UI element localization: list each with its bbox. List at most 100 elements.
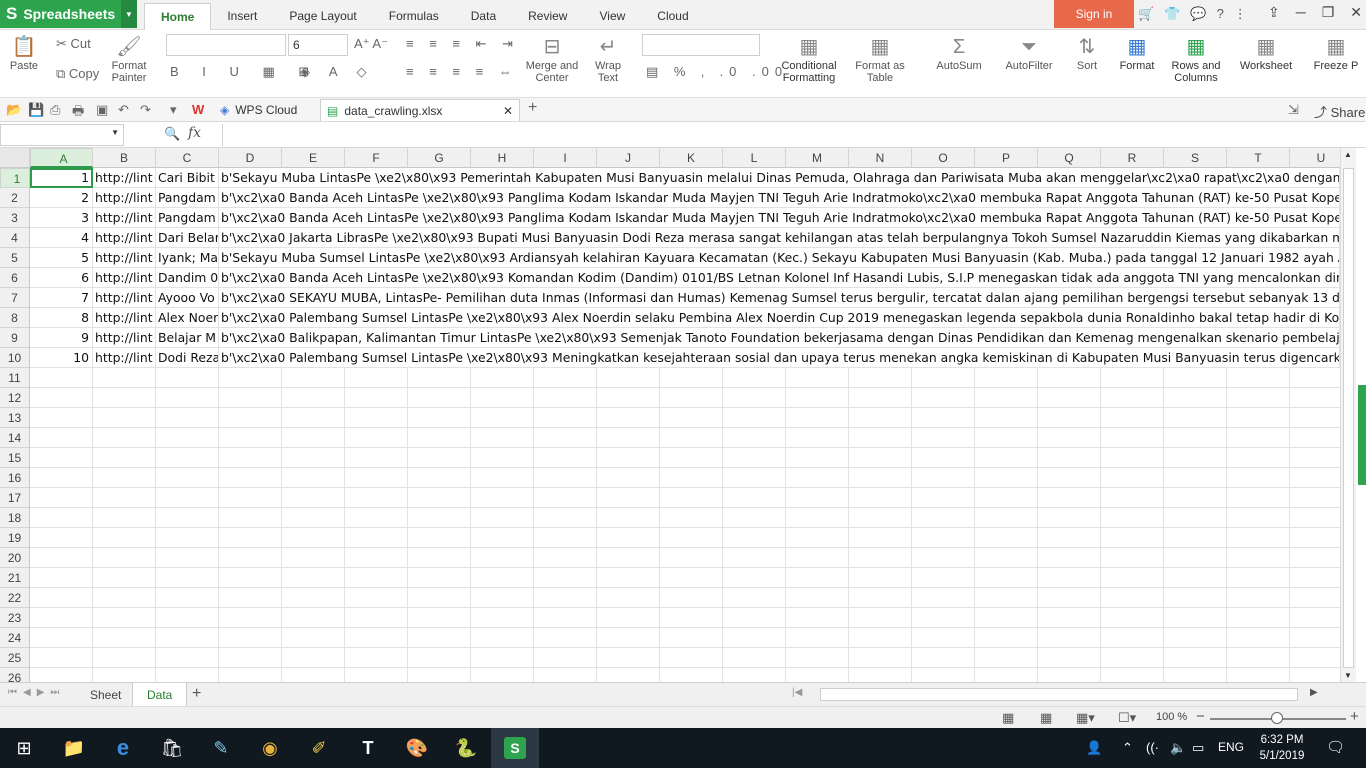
- cell[interactable]: [912, 488, 975, 508]
- cell[interactable]: [156, 468, 219, 488]
- page-layout-view-icon[interactable]: ▦▾: [1076, 710, 1095, 726]
- cell[interactable]: [912, 588, 975, 608]
- zoom-formula-icon[interactable]: 🔍: [164, 126, 180, 142]
- skin-icon[interactable]: 👕: [1164, 6, 1180, 22]
- more-icon[interactable]: ⋮: [1234, 6, 1247, 22]
- vertical-scrollbar[interactable]: ▲ ▼: [1340, 148, 1356, 682]
- cell[interactable]: [975, 468, 1038, 488]
- cell[interactable]: [408, 628, 471, 648]
- cell[interactable]: [1038, 628, 1101, 648]
- sheet-tab-sheet[interactable]: Sheet: [76, 683, 135, 707]
- cell[interactable]: [30, 608, 93, 628]
- cell[interactable]: [534, 508, 597, 528]
- cell[interactable]: [975, 488, 1038, 508]
- cell[interactable]: [597, 568, 660, 588]
- cell[interactable]: Dandim 01: [156, 268, 219, 288]
- cell[interactable]: [786, 488, 849, 508]
- cell[interactable]: Cari Bibit: [156, 168, 219, 188]
- cell[interactable]: [219, 628, 282, 648]
- cell[interactable]: [408, 368, 471, 388]
- cell[interactable]: [1038, 448, 1101, 468]
- cell[interactable]: [471, 608, 534, 628]
- sheet-tab-data[interactable]: Data: [132, 683, 188, 707]
- cell[interactable]: [660, 608, 723, 628]
- wifi-icon[interactable]: ((·: [1146, 740, 1159, 755]
- cell[interactable]: [723, 668, 786, 682]
- cell[interactable]: http://lint: [93, 248, 156, 268]
- column-header-r[interactable]: R: [1101, 148, 1164, 168]
- cell[interactable]: [1290, 668, 1340, 682]
- cell[interactable]: [1290, 488, 1340, 508]
- cell-content-text[interactable]: b'Sekayu Muba LintasPe \xe2\x80\x93 Peme…: [219, 168, 1340, 188]
- cell[interactable]: [282, 668, 345, 682]
- volume-icon[interactable]: 🔈: [1170, 740, 1186, 756]
- cell[interactable]: [219, 408, 282, 428]
- cell[interactable]: [93, 528, 156, 548]
- column-header-l[interactable]: L: [723, 148, 786, 168]
- column-header-p[interactable]: P: [975, 148, 1038, 168]
- cell[interactable]: [345, 408, 408, 428]
- cell[interactable]: http://lint: [93, 288, 156, 308]
- cell[interactable]: http://lint: [93, 328, 156, 348]
- chrome-icon[interactable]: ◉: [246, 728, 294, 768]
- cell[interactable]: [534, 588, 597, 608]
- cell[interactable]: [534, 428, 597, 448]
- cell[interactable]: [1101, 508, 1164, 528]
- cell[interactable]: [93, 448, 156, 468]
- cell[interactable]: [1038, 408, 1101, 428]
- cell[interactable]: [219, 668, 282, 682]
- cell[interactable]: [660, 628, 723, 648]
- edge-icon[interactable]: e: [99, 728, 147, 768]
- cell[interactable]: Pangdam: [156, 188, 219, 208]
- cell[interactable]: [975, 588, 1038, 608]
- cell[interactable]: 5: [30, 248, 93, 268]
- cell[interactable]: [282, 488, 345, 508]
- cell[interactable]: http://lint: [93, 188, 156, 208]
- cell[interactable]: Alex Noer: [156, 308, 219, 328]
- row-header-21[interactable]: 21: [0, 568, 30, 588]
- cell[interactable]: [786, 428, 849, 448]
- row-header-14[interactable]: 14: [0, 428, 30, 448]
- cell[interactable]: [282, 648, 345, 668]
- cell[interactable]: [849, 368, 912, 388]
- fill-color-icons[interactable]: ◈ A ◇: [300, 64, 374, 80]
- cell[interactable]: [660, 368, 723, 388]
- column-header-h[interactable]: H: [471, 148, 534, 168]
- column-header-m[interactable]: M: [786, 148, 849, 168]
- cell[interactable]: [345, 508, 408, 528]
- cell[interactable]: [1164, 528, 1227, 548]
- cell[interactable]: [597, 668, 660, 682]
- cell[interactable]: [597, 508, 660, 528]
- cell[interactable]: [660, 528, 723, 548]
- cell[interactable]: [849, 608, 912, 628]
- cell[interactable]: [345, 528, 408, 548]
- row-header-6[interactable]: 6: [0, 268, 30, 288]
- cell[interactable]: [660, 648, 723, 668]
- cell[interactable]: [1290, 368, 1340, 388]
- cell[interactable]: [219, 588, 282, 608]
- select-all-corner[interactable]: [0, 148, 30, 168]
- cell[interactable]: [1038, 668, 1101, 682]
- cell[interactable]: [93, 488, 156, 508]
- cell[interactable]: [345, 588, 408, 608]
- cell[interactable]: [156, 408, 219, 428]
- cell[interactable]: [660, 408, 723, 428]
- row-header-5[interactable]: 5: [0, 248, 30, 268]
- cell[interactable]: [1038, 428, 1101, 448]
- cell[interactable]: [1038, 468, 1101, 488]
- cell[interactable]: [1164, 428, 1227, 448]
- python-icon[interactable]: 🐍: [442, 728, 490, 768]
- cell[interactable]: [975, 368, 1038, 388]
- cell[interactable]: [471, 528, 534, 548]
- cell[interactable]: [849, 448, 912, 468]
- column-header-t[interactable]: T: [1227, 148, 1290, 168]
- cell[interactable]: 1: [30, 168, 93, 188]
- cell[interactable]: [345, 468, 408, 488]
- new-tab-icon[interactable]: +: [528, 99, 537, 117]
- cell[interactable]: [723, 408, 786, 428]
- cell[interactable]: [534, 648, 597, 668]
- cell[interactable]: [93, 508, 156, 528]
- cell[interactable]: [975, 388, 1038, 408]
- cell[interactable]: [660, 388, 723, 408]
- cell[interactable]: [30, 648, 93, 668]
